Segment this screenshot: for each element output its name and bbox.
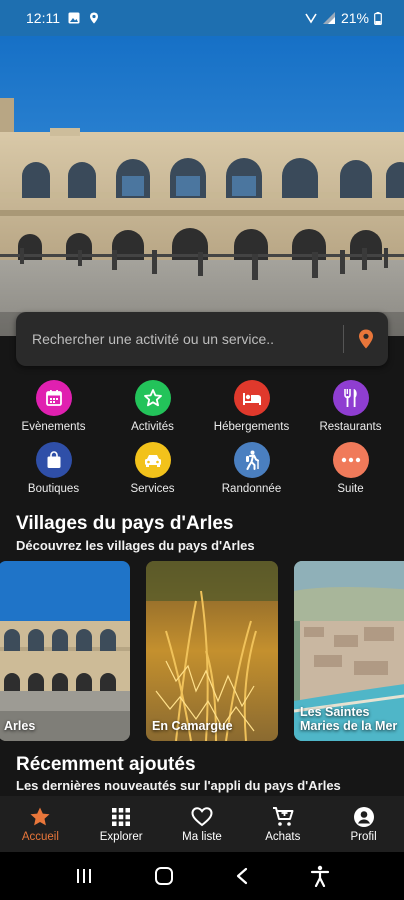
category-activites[interactable]: Activités: [107, 380, 199, 442]
village-card-label-line1: Les Saintes: [300, 705, 370, 719]
battery-icon: [374, 11, 382, 25]
location-icon: [90, 12, 98, 24]
nav-profil[interactable]: Profil: [324, 806, 404, 843]
category-hebergements[interactable]: Hébergements: [206, 380, 298, 442]
nav-label: Achats: [265, 830, 301, 843]
villages-title: Villages du pays d'Arles: [16, 513, 234, 534]
nav-explorer[interactable]: Explorer: [81, 806, 161, 843]
villages-carousel[interactable]: Arles En Camargue Les Saintes Maries de …: [0, 561, 404, 741]
village-card-label: En Camargue: [152, 719, 233, 733]
hero-image-arles-arena: [0, 36, 404, 336]
recent-apps-icon[interactable]: [75, 867, 93, 885]
nav-ma-liste[interactable]: Ma liste: [162, 806, 242, 843]
system-navigation-bar: [0, 852, 404, 900]
profile-icon: [353, 806, 374, 827]
more-icon: [332, 442, 369, 478]
nav-label: Profil: [350, 830, 377, 843]
hiker-icon: [233, 442, 270, 478]
accessibility-icon[interactable]: [310, 865, 330, 887]
nav-accueil[interactable]: Accueil: [0, 806, 80, 843]
village-card-camargue[interactable]: En Camargue: [146, 561, 278, 741]
village-card-label: Les Saintes Maries de la Mer: [300, 705, 397, 733]
category-services[interactable]: Services: [107, 442, 199, 504]
recent-subtitle: Les dernières nouveautés sur l'appli du …: [16, 778, 341, 793]
nav-achats[interactable]: Achats: [243, 806, 323, 843]
search-bar[interactable]: Rechercher une activité ou un service..: [16, 312, 388, 366]
volte-icon: [305, 13, 317, 24]
villages-subtitle: Découvrez les villages du pays d'Arles: [16, 538, 255, 553]
taxi-icon: [134, 442, 171, 478]
village-card-label-line2: Maries de la Mer: [300, 719, 398, 733]
calendar-icon: [35, 380, 72, 416]
village-card-saintes-maries[interactable]: Les Saintes Maries de la Mer: [294, 561, 404, 741]
nav-label: Explorer: [99, 830, 143, 843]
recent-title: Récemment ajoutés: [16, 754, 196, 775]
nav-label: Accueil: [21, 830, 59, 843]
status-bar: 12:11 21%: [0, 0, 404, 36]
cart-icon: [272, 806, 294, 826]
bottom-navigation: Accueil Explorer Ma liste Achats Profil: [0, 796, 404, 852]
category-boutiques[interactable]: Boutiques: [8, 442, 100, 504]
home-icon[interactable]: [154, 866, 174, 886]
category-restaurants[interactable]: Restaurants: [305, 380, 397, 442]
category-evenements[interactable]: Evènements: [8, 380, 100, 442]
category-label: Activités: [131, 421, 174, 433]
village-card-label: Arles: [4, 719, 36, 733]
search-input[interactable]: Rechercher une activité ou un service..: [32, 331, 329, 347]
star-icon: [134, 380, 171, 416]
status-time: 12:11: [26, 10, 60, 26]
grid-icon: [112, 807, 131, 826]
category-label: Hébergements: [213, 421, 290, 433]
category-suite[interactable]: Suite: [305, 442, 397, 504]
nav-label: Ma liste: [182, 830, 222, 843]
battery-percent: 21%: [340, 10, 369, 26]
bed-icon: [233, 380, 270, 416]
category-label: Services: [130, 483, 175, 495]
category-label: Boutiques: [27, 483, 80, 495]
back-icon[interactable]: [235, 867, 249, 885]
category-grid: Evènements Activités Hébergements Restau…: [0, 380, 404, 504]
gallery-icon: [68, 12, 80, 24]
star-icon: [30, 807, 50, 825]
signal-icon: [322, 12, 335, 24]
shopping-bag-icon: [35, 442, 72, 478]
category-randonnee[interactable]: Randonnée: [206, 442, 298, 504]
search-divider: [343, 325, 344, 353]
cutlery-icon: [332, 380, 369, 416]
category-label: Suite: [337, 483, 364, 495]
village-card-arles[interactable]: Arles: [0, 561, 130, 741]
category-label: Evènements: [21, 421, 86, 433]
heart-icon: [191, 806, 213, 826]
category-label: Restaurants: [319, 421, 382, 433]
category-label: Randonnée: [221, 483, 282, 495]
map-pin-icon[interactable]: [358, 329, 374, 349]
